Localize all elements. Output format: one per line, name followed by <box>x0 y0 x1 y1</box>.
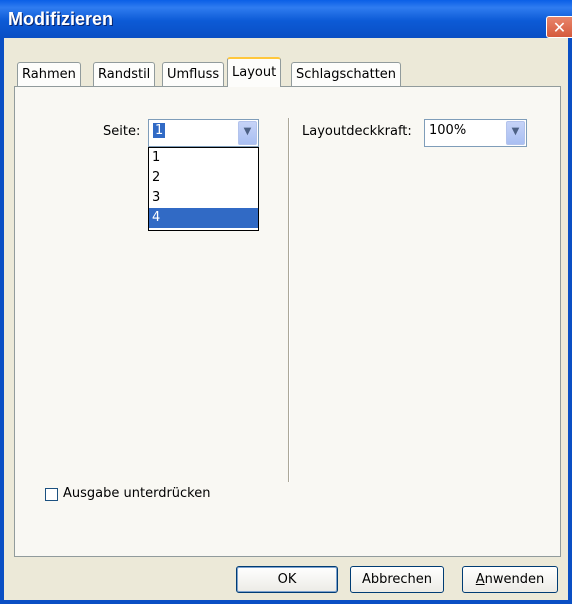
chevron-down-icon[interactable]: ▼ <box>506 121 525 145</box>
ok-button[interactable]: OK <box>236 566 338 593</box>
page-dropdown-list[interactable]: 1 2 3 4 <box>148 147 259 231</box>
cancel-button[interactable]: Abbrechen <box>350 566 444 593</box>
close-icon[interactable]: ✕ <box>546 16 572 38</box>
window-border-right <box>568 38 572 604</box>
tab-layout[interactable]: Layout <box>227 57 282 87</box>
opacity-select[interactable]: 100% ▼ <box>424 119 527 147</box>
page-select-value: 1 <box>153 123 166 138</box>
page-option-highlighted[interactable]: 4 <box>149 208 258 228</box>
apply-accelerator: A <box>475 572 485 587</box>
opacity-label: Layoutdeckkraft: <box>302 124 412 139</box>
suppress-output-checkbox[interactable] <box>45 488 58 501</box>
apply-label: nwenden <box>484 572 545 587</box>
tab-rahmen[interactable]: Rahmen <box>17 62 81 86</box>
window-border-bottom <box>0 600 572 604</box>
chevron-down-icon[interactable]: ▼ <box>238 121 257 145</box>
opacity-select-value: 100% <box>429 123 467 138</box>
tab-umfluss[interactable]: Umfluss <box>162 62 225 86</box>
title-bar[interactable]: Modifizieren <box>0 0 572 38</box>
apply-button[interactable]: Anwenden <box>462 566 558 593</box>
tab-randstil[interactable]: Randstil <box>93 62 156 86</box>
page-select-value-text: 1 <box>153 123 166 138</box>
page-option[interactable]: 3 <box>149 188 258 208</box>
window-border-left <box>0 38 4 604</box>
page-option[interactable]: 1 <box>149 148 258 168</box>
page-option[interactable]: 2 <box>149 168 258 188</box>
page-label: Seite: <box>103 124 141 139</box>
window-title: Modifizieren <box>8 9 114 29</box>
tab-schlagschatten[interactable]: Schlagschatten <box>291 62 402 86</box>
suppress-output-label[interactable]: Ausgabe unterdrücken <box>63 486 210 501</box>
page-select[interactable]: 1 ▼ <box>148 119 259 147</box>
column-divider <box>288 118 290 482</box>
